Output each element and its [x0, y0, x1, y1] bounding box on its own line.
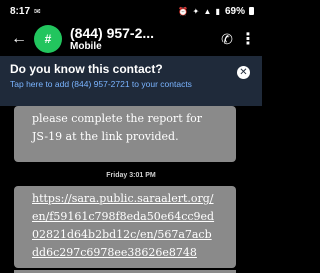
status-right: ⏰ ✦ ▲ ▮ 69% [178, 6, 254, 17]
contact-title: (844) 957-2... [70, 25, 155, 41]
message-bubble[interactable]: please complete the report for JS-19 at … [14, 106, 236, 162]
status-icons: ⏰ ✦ ▲ ▮ [178, 6, 221, 16]
header-text[interactable]: (844) 957-2... Mobile [70, 25, 214, 53]
avatar[interactable]: # [34, 25, 62, 53]
message-text: please complete the report for JS-19 at … [32, 112, 203, 143]
message-timestamp: Friday 3:01 PM [106, 172, 156, 179]
phone-icon[interactable]: ✆ [214, 31, 240, 48]
status-left: 8:17 ✉ [10, 6, 41, 17]
unknown-contact-banner[interactable]: Do you know this contact? Tap here to ad… [0, 56, 262, 106]
close-icon[interactable]: ✕ [237, 66, 250, 79]
avatar-letter: # [44, 32, 52, 46]
status-bar: 8:17 ✉ ⏰ ✦ ▲ ▮ 69% [0, 0, 262, 22]
battery-level: 69% [224, 5, 245, 17]
message-link[interactable]: https://sara.public.saraalert.org/en/f59… [32, 192, 214, 259]
back-arrow-icon[interactable]: ← [6, 30, 32, 48]
banner-description: Tap here to add (844) 957-2721 to your c… [10, 79, 192, 89]
banner-title: Do you know this contact? [10, 62, 163, 76]
message-icon: ✉ [34, 6, 41, 16]
message-bubble[interactable]: https://sara.public.saraalert.org/en/f59… [14, 186, 236, 268]
status-time: 8:17 [10, 5, 31, 17]
contact-subtitle: Mobile [70, 41, 102, 52]
more-vert-icon[interactable]: ⋮ [240, 29, 256, 49]
battery-icon [249, 7, 254, 15]
conversation-header: ← # (844) 957-2... Mobile ✆ ⋮ [0, 22, 262, 56]
